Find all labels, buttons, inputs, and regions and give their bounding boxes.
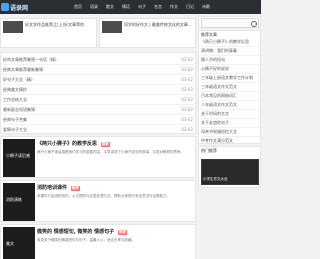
nav-item[interactable]: 句子	[138, 4, 146, 10]
hero-thumbnail	[3, 21, 23, 33]
article-description: 两只小狮子读后感是我们学习的重要内容，文章讲述了小狮子成长的故事，引发对教育的思…	[37, 150, 184, 154]
article-card[interactable]: 小狮子读后感 《两只小狮子》的教学反思 最新 两只小狮子读后感是我们学习的重要内…	[0, 136, 196, 178]
list-item-title: 好句子大全（精）	[3, 76, 35, 82]
sidebar-item[interactable]: 关于时间的名言	[201, 111, 259, 119]
article-title-text: 《两只小狮子》的教学反思	[37, 141, 98, 147]
sidebar-item[interactable]: 中考作文满分范文	[201, 138, 259, 146]
article-tag: 推荐	[70, 186, 80, 191]
list-item-title: 经典句子合集	[3, 116, 27, 122]
list-item[interactable]: 好的文章推荐集锦一句话（精） 03-02	[3, 55, 193, 65]
article-description: 本课件介绍消防知识、火灾预防与应急处理方法，帮助大家提升安全意识与自救能力。	[37, 194, 170, 198]
sidebar-item[interactable]: 母亲节祝福短信大全	[201, 129, 259, 137]
search-box	[198, 16, 261, 28]
hot-recommend-box: 热门推荐 小学生作文大全	[198, 146, 261, 188]
list-item-title: 爱情句子大全	[3, 126, 27, 132]
logo-text: 语录网	[10, 4, 29, 12]
nav-item[interactable]: 首页	[74, 4, 82, 10]
nav-item[interactable]: 作文	[170, 4, 178, 10]
list-item[interactable]: 最新励志短语集锦 03-02	[3, 105, 193, 115]
top-navbar: 语录网 首页 语录 散文 情话 句子 名言 作文 日记 诗歌	[0, 0, 261, 14]
nav-item[interactable]: 名言	[154, 4, 162, 10]
list-item[interactable]: 经典句子合集 03-02	[3, 115, 193, 125]
featured-article[interactable]: 小学生作文大全	[201, 159, 259, 185]
sidebar-section-title: 推荐文章	[201, 32, 217, 37]
list-item[interactable]: 经典美文摘抄 03-02	[3, 85, 193, 95]
sidebar-item[interactable]: 日本常见的网络词汇	[201, 93, 259, 101]
list-item-date: 03-02	[181, 107, 193, 112]
article-title[interactable]: 消防培训课件 推荐	[37, 184, 80, 191]
list-item[interactable]: 好句子大全（精） 03-02	[3, 75, 193, 85]
article-card[interactable]: 美文 微笑的 情感短句, 微笑的 情感句子 推荐 收录关于微笑的情感短句与句子，…	[0, 224, 196, 259]
article-title[interactable]: 微笑的 情感短句, 微笑的 情感句子 推荐	[37, 228, 127, 235]
list-item-title: 好的文章推荐集锦一句话（精）	[3, 56, 59, 62]
list-item-date: 03-02	[181, 57, 193, 62]
sidebar-item[interactable]: 关于友谊的句子	[201, 120, 259, 128]
hero-title: 同学的好作文 | 最美传统文化的文章...	[124, 22, 192, 27]
sidebar-item[interactable]: 心情不好的说说	[201, 66, 259, 74]
list-item-date: 03-02	[181, 67, 193, 72]
hero-title: 好文学作品推荐之(上)好文章等你	[25, 22, 85, 27]
sidebar-item[interactable]: 三年级语文作文范文	[201, 84, 259, 92]
article-list: 好的文章推荐集锦一句话（精） 03-02 经典文章推荐最新集锦 03-02 好句…	[0, 52, 196, 135]
article-description: 收录关于微笑的情感短句与句子，温暖人心，适合分享与收藏。	[37, 238, 135, 242]
nav-item[interactable]: 语录	[90, 4, 98, 10]
list-item[interactable]: 经典文章推荐最新集锦 03-02	[3, 65, 193, 75]
article-title-text: 消防培训课件	[37, 185, 68, 191]
list-item[interactable]: 爱情句子大全 03-02	[3, 125, 193, 135]
hero-row: 好文学作品推荐之(上)好文章等你 同学的好作文 | 最美传统文化的文章...	[0, 16, 196, 50]
list-item-title: 工作总结大全	[3, 96, 27, 102]
list-item-title: 经典美文摘抄	[3, 86, 27, 92]
search-icon[interactable]	[251, 21, 257, 27]
article-tag: 最新	[100, 142, 110, 147]
recommended-box: 推荐文章 《两只小狮子》的教学反思 演讲稿：我们的青春 情人节的短句 心情不好的…	[198, 30, 261, 146]
article-image: 小狮子读后感	[3, 139, 35, 177]
search-input[interactable]	[201, 18, 259, 28]
article-title-text: 微笑的 情感短句, 微笑的 情感句子	[37, 229, 115, 235]
nav-item[interactable]: 情话	[122, 4, 130, 10]
sidebar-item[interactable]: 演讲稿：我们的青春	[201, 48, 259, 56]
logo-mark	[1, 3, 9, 11]
list-item-title: 经典文章推荐最新集锦	[3, 66, 43, 72]
hero-card[interactable]: 同学的好作文 | 最美传统文化的文章...	[99, 18, 196, 48]
right-sidebar: 推荐文章 《两只小狮子》的教学反思 演讲稿：我们的青春 情人节的短句 心情不好的…	[198, 16, 261, 259]
article-tag: 推荐	[117, 230, 127, 235]
sidebar-section-title: 热门推荐	[201, 148, 217, 153]
featured-article-title: 小学生作文大全	[203, 177, 228, 181]
nav-item[interactable]: 日记	[186, 4, 194, 10]
list-item-date: 03-02	[181, 127, 193, 132]
list-item-title: 最新励志短语集锦	[3, 106, 35, 112]
sidebar-item[interactable]: 《两只小狮子》的教学反思	[201, 39, 259, 47]
list-item-date: 03-02	[181, 117, 193, 122]
article-image-caption: 美文	[6, 241, 14, 246]
article-image-caption: 小狮子读后感	[6, 153, 30, 158]
article-card[interactable]: 消防演练 消防培训课件 推荐 本课件介绍消防知识、火灾预防与应急处理方法，帮助大…	[0, 180, 196, 222]
site-logo[interactable]: 语录网	[1, 2, 28, 12]
hero-card[interactable]: 好文学作品推荐之(上)好文章等你	[0, 18, 97, 48]
left-column: 好文学作品推荐之(上)好文章等你 同学的好作文 | 最美传统文化的文章... 好…	[0, 16, 196, 259]
sidebar-item[interactable]: 情人节的短句	[201, 57, 259, 65]
article-image: 美文	[3, 227, 35, 259]
article-image: 消防演练	[3, 183, 35, 221]
nav-item[interactable]: 诗歌	[202, 4, 210, 10]
sidebar-item[interactable]: 三年级上册语文教学工作计划	[201, 75, 259, 83]
list-item-date: 03-02	[181, 97, 193, 102]
hero-thumbnail	[102, 21, 122, 33]
main-nav: 首页 语录 散文 情话 句子 名言 作文 日记 诗歌	[74, 4, 210, 10]
list-item[interactable]: 工作总结大全 03-02	[3, 95, 193, 105]
article-title[interactable]: 《两只小狮子》的教学反思 最新	[37, 140, 110, 147]
list-item-date: 03-02	[181, 77, 193, 82]
list-item-date: 03-02	[181, 87, 193, 92]
article-image-caption: 消防演练	[6, 197, 22, 202]
sidebar-item[interactable]: 八年级语文作文范文	[201, 102, 259, 110]
nav-item[interactable]: 散文	[106, 4, 114, 10]
